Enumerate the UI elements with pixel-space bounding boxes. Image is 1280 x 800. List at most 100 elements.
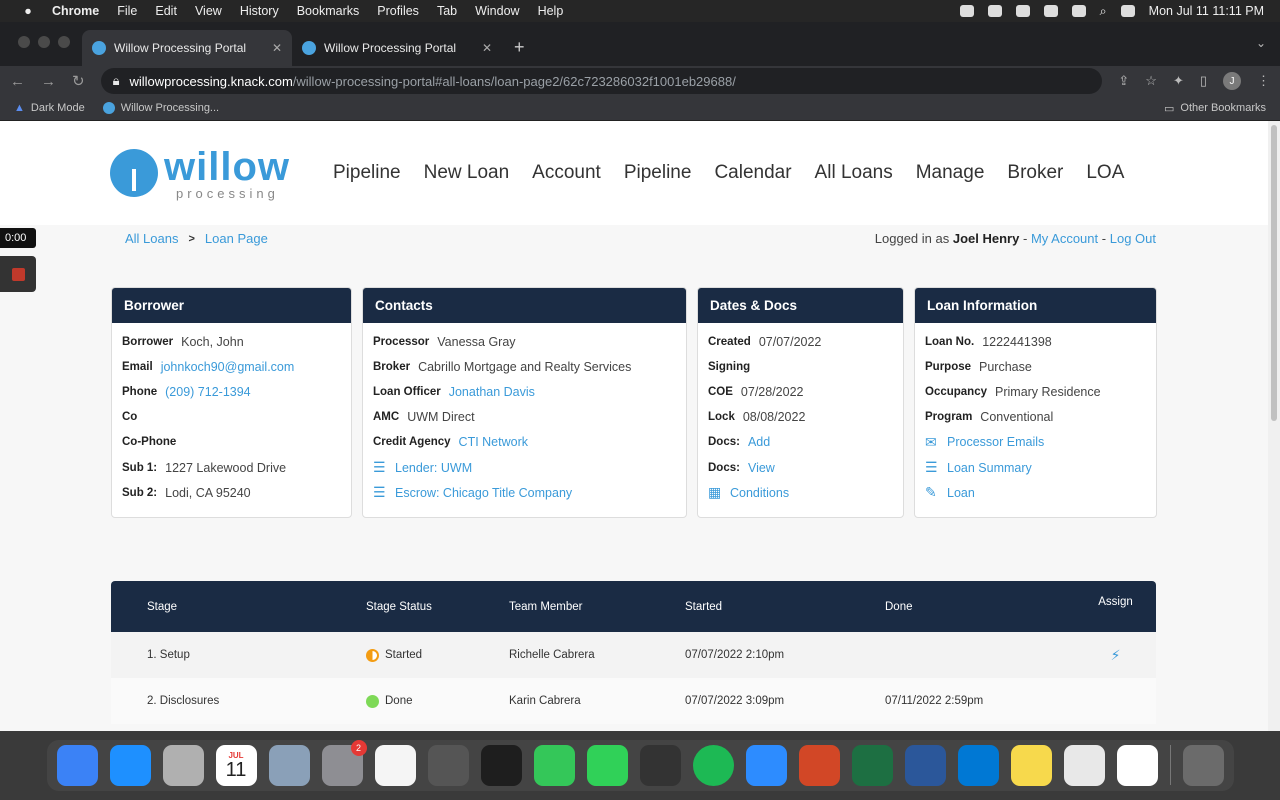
spotify-icon[interactable] bbox=[692, 745, 734, 786]
wifi-icon[interactable] bbox=[1071, 5, 1086, 17]
nav-account[interactable]: Account bbox=[532, 162, 601, 184]
menu-profiles[interactable]: Profiles bbox=[377, 4, 419, 18]
docs-add-link[interactable]: Add bbox=[748, 435, 770, 449]
minimize-window-button[interactable] bbox=[38, 36, 50, 48]
calendar-icon[interactable]: JUL 11 bbox=[215, 745, 257, 786]
acrobat-icon[interactable] bbox=[480, 745, 522, 786]
nav-new-loan[interactable]: New Loan bbox=[424, 162, 510, 184]
launchpad-icon[interactable] bbox=[162, 745, 204, 786]
control-center-icon[interactable] bbox=[1120, 5, 1135, 17]
spotlight-icon[interactable]: ⌕ bbox=[1100, 4, 1107, 19]
docs-view-link[interactable]: View bbox=[748, 461, 775, 475]
tray-icon[interactable] bbox=[1015, 5, 1030, 17]
conditions-link[interactable]: Conditions bbox=[730, 486, 789, 500]
col-started[interactable]: Started bbox=[685, 601, 885, 613]
bookmark-willow[interactable]: Willow Processing... bbox=[102, 102, 219, 114]
credit-agency-link[interactable]: CTI Network bbox=[459, 435, 528, 449]
share-icon[interactable]: ⇪ bbox=[1118, 73, 1129, 89]
zoom-window-button[interactable] bbox=[58, 36, 70, 48]
back-icon[interactable]: ← bbox=[10, 73, 25, 90]
willow-logo[interactable]: willow processing bbox=[110, 147, 332, 200]
profile-avatar[interactable]: J bbox=[1223, 72, 1241, 90]
word-icon[interactable] bbox=[904, 745, 946, 786]
browser-tab[interactable]: Willow Processing Portal ✕ bbox=[292, 30, 502, 66]
stop-recording-button[interactable] bbox=[0, 256, 36, 292]
nav-pipeline[interactable]: Pipeline bbox=[333, 162, 401, 184]
menu-file[interactable]: File bbox=[117, 4, 137, 18]
assign-bolt-icon[interactable]: ⚡︎ bbox=[1111, 647, 1121, 663]
breadcrumb-loan-page[interactable]: Loan Page bbox=[205, 231, 268, 246]
system-preferences-icon[interactable]: 2 bbox=[321, 740, 367, 786]
menu-bookmarks[interactable]: Bookmarks bbox=[297, 4, 360, 18]
outlook-icon[interactable] bbox=[957, 745, 999, 786]
battery-icon[interactable] bbox=[1043, 5, 1058, 17]
my-account-link[interactable]: My Account bbox=[1031, 231, 1098, 246]
nav-loa[interactable]: LOA bbox=[1086, 162, 1124, 184]
reload-icon[interactable]: ↻ bbox=[72, 72, 85, 90]
trash-icon[interactable] bbox=[1182, 745, 1224, 786]
col-stage-status[interactable]: Stage Status bbox=[366, 601, 509, 613]
logout-link[interactable]: Log Out bbox=[1110, 231, 1156, 246]
new-tab-icon[interactable]: + bbox=[502, 37, 537, 66]
nav-calendar[interactable]: Calendar bbox=[714, 162, 791, 184]
textedit-icon[interactable] bbox=[374, 745, 416, 786]
slack-icon[interactable] bbox=[1116, 745, 1158, 786]
loan-edit-link[interactable]: Loan bbox=[947, 486, 975, 500]
address-bar[interactable]: 🔒︎ willowprocessing.knack.com/willow-pro… bbox=[100, 68, 1103, 94]
extensions-icon[interactable]: ✦ bbox=[1173, 73, 1184, 89]
sublime-icon[interactable] bbox=[639, 745, 681, 786]
apple-icon[interactable]: ● bbox=[18, 4, 38, 18]
tab-search-chevron-icon[interactable]: ⌄ bbox=[1256, 36, 1266, 50]
loan-summary-link[interactable]: Loan Summary bbox=[947, 461, 1032, 475]
close-window-button[interactable] bbox=[18, 36, 30, 48]
nav-broker[interactable]: Broker bbox=[1007, 162, 1063, 184]
preview-icon[interactable] bbox=[268, 745, 310, 786]
tray-icon[interactable] bbox=[959, 5, 974, 17]
table-row[interactable]: 2. Disclosures Done Karin Cabrera 07/07/… bbox=[111, 678, 1156, 724]
tray-icon[interactable] bbox=[987, 5, 1002, 17]
breadcrumb-all-loans[interactable]: All Loans bbox=[125, 231, 178, 246]
facetime-icon[interactable] bbox=[586, 745, 628, 786]
loan-officer-link[interactable]: Jonathan Davis bbox=[449, 385, 535, 399]
phone-link[interactable]: (209) 712-1394 bbox=[165, 385, 250, 399]
menu-history[interactable]: History bbox=[240, 4, 279, 18]
bookmark-dark-mode[interactable]: ▲ Dark Mode bbox=[14, 102, 85, 114]
menu-edit[interactable]: Edit bbox=[155, 4, 177, 18]
close-tab-icon[interactable]: ✕ bbox=[272, 41, 282, 55]
col-team-member[interactable]: Team Member bbox=[509, 601, 685, 613]
menu-window[interactable]: Window bbox=[475, 4, 519, 18]
other-bookmarks[interactable]: ▭ Other Bookmarks bbox=[1164, 102, 1266, 115]
zoom-icon[interactable] bbox=[745, 745, 787, 786]
chrome-icon[interactable] bbox=[1063, 745, 1105, 786]
menu-tab[interactable]: Tab bbox=[437, 4, 457, 18]
excel-icon[interactable] bbox=[851, 745, 893, 786]
col-done[interactable]: Done bbox=[885, 601, 1075, 613]
scrollbar-thumb[interactable] bbox=[1271, 125, 1277, 421]
chrome-menu-icon[interactable]: ⋮ bbox=[1257, 73, 1270, 89]
page-scrollbar[interactable] bbox=[1268, 121, 1280, 731]
notes-icon[interactable] bbox=[1010, 745, 1052, 786]
nav-pipeline-2[interactable]: Pipeline bbox=[624, 162, 692, 184]
nav-all-loans[interactable]: All Loans bbox=[815, 162, 893, 184]
processor-emails-link[interactable]: Processor Emails bbox=[947, 435, 1044, 449]
menu-help[interactable]: Help bbox=[538, 4, 564, 18]
bookmark-star-icon[interactable]: ☆ bbox=[1145, 73, 1157, 89]
table-row[interactable]: 1. Setup Started Richelle Cabrera 07/07/… bbox=[111, 632, 1156, 678]
close-tab-icon[interactable]: ✕ bbox=[482, 41, 492, 55]
menu-view[interactable]: View bbox=[195, 4, 222, 18]
app-store-icon[interactable] bbox=[109, 745, 151, 786]
menu-clock[interactable]: Mon Jul 11 11:11 PM bbox=[1149, 4, 1264, 18]
col-stage[interactable]: Stage bbox=[111, 601, 366, 613]
email-link[interactable]: johnkoch90@gmail.com bbox=[161, 360, 295, 374]
menu-app[interactable]: Chrome bbox=[52, 4, 99, 18]
lender-link[interactable]: Lender: UWM bbox=[395, 461, 472, 475]
finder-icon[interactable] bbox=[56, 745, 98, 786]
escrow-link[interactable]: Escrow: Chicago Title Company bbox=[395, 486, 572, 500]
messages-icon[interactable] bbox=[533, 745, 575, 786]
sidepanel-icon[interactable]: ▯ bbox=[1200, 73, 1207, 89]
forward-icon[interactable]: → bbox=[41, 73, 56, 90]
nav-manage[interactable]: Manage bbox=[916, 162, 985, 184]
calculator-icon[interactable] bbox=[427, 745, 469, 786]
powerpoint-icon[interactable] bbox=[798, 745, 840, 786]
lock-icon[interactable]: 🔒︎ bbox=[113, 73, 120, 89]
